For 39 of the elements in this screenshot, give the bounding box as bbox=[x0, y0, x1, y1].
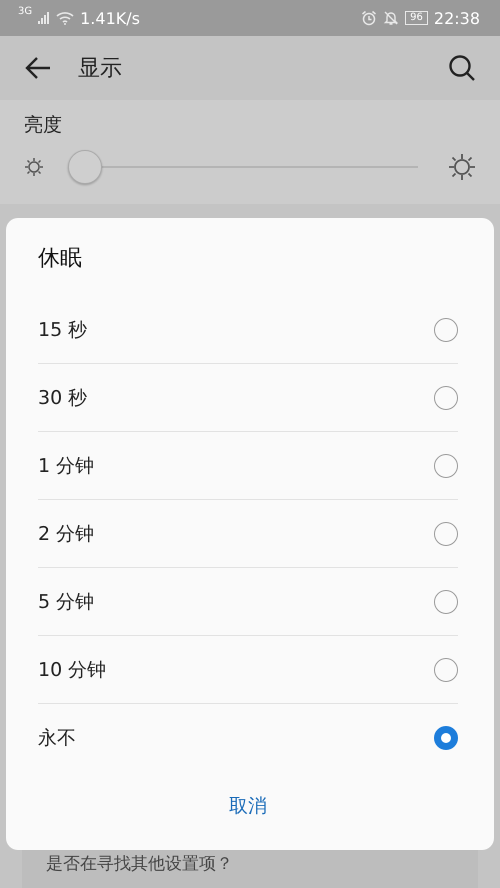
sleep-option[interactable]: 15 秒 bbox=[38, 296, 458, 364]
slider-thumb[interactable] bbox=[68, 150, 102, 184]
battery-icon: 96 bbox=[405, 11, 428, 25]
option-label: 15 秒 bbox=[38, 318, 88, 342]
sleep-option[interactable]: 2 分钟 bbox=[38, 500, 458, 568]
option-label: 5 分钟 bbox=[38, 590, 94, 614]
dialog-title: 休眠 bbox=[38, 245, 83, 273]
alarm-icon bbox=[361, 10, 378, 26]
wifi-icon bbox=[56, 11, 74, 25]
brightness-label: 亮度 bbox=[24, 114, 62, 136]
clock: 22:38 bbox=[434, 8, 480, 28]
option-label: 2 分钟 bbox=[38, 522, 94, 546]
network-label: 3G bbox=[18, 6, 32, 17]
back-icon[interactable] bbox=[24, 56, 52, 80]
option-label: 30 秒 bbox=[38, 386, 88, 410]
network-speed: 1.41K/s bbox=[80, 8, 140, 28]
radio-button[interactable] bbox=[434, 658, 458, 682]
option-label: 永不 bbox=[38, 726, 76, 750]
radio-button[interactable] bbox=[434, 386, 458, 410]
option-label: 1 分钟 bbox=[38, 454, 94, 478]
sleep-option[interactable]: 1 分钟 bbox=[38, 432, 458, 500]
sun-icon bbox=[448, 153, 476, 181]
settings-hint-text[interactable]: 是否在寻找其他设置项？ bbox=[46, 852, 454, 875]
sun-icon bbox=[24, 157, 44, 177]
radio-button[interactable] bbox=[434, 590, 458, 614]
search-icon[interactable] bbox=[448, 54, 476, 82]
sleep-option[interactable]: 30 秒 bbox=[38, 364, 458, 432]
radio-button[interactable] bbox=[434, 726, 458, 750]
page-title: 显示 bbox=[78, 55, 122, 83]
option-label: 10 分钟 bbox=[38, 658, 106, 682]
radio-button[interactable] bbox=[434, 318, 458, 342]
radio-button[interactable] bbox=[434, 522, 458, 546]
bell-off-icon bbox=[383, 10, 400, 26]
radio-button[interactable] bbox=[434, 454, 458, 478]
cancel-button[interactable]: 取消 bbox=[209, 785, 287, 827]
sleep-option[interactable]: 永不 bbox=[38, 704, 458, 771]
sleep-option[interactable]: 10 分钟 bbox=[38, 636, 458, 704]
sleep-option[interactable]: 5 分钟 bbox=[38, 568, 458, 636]
signal-icon bbox=[38, 12, 50, 24]
